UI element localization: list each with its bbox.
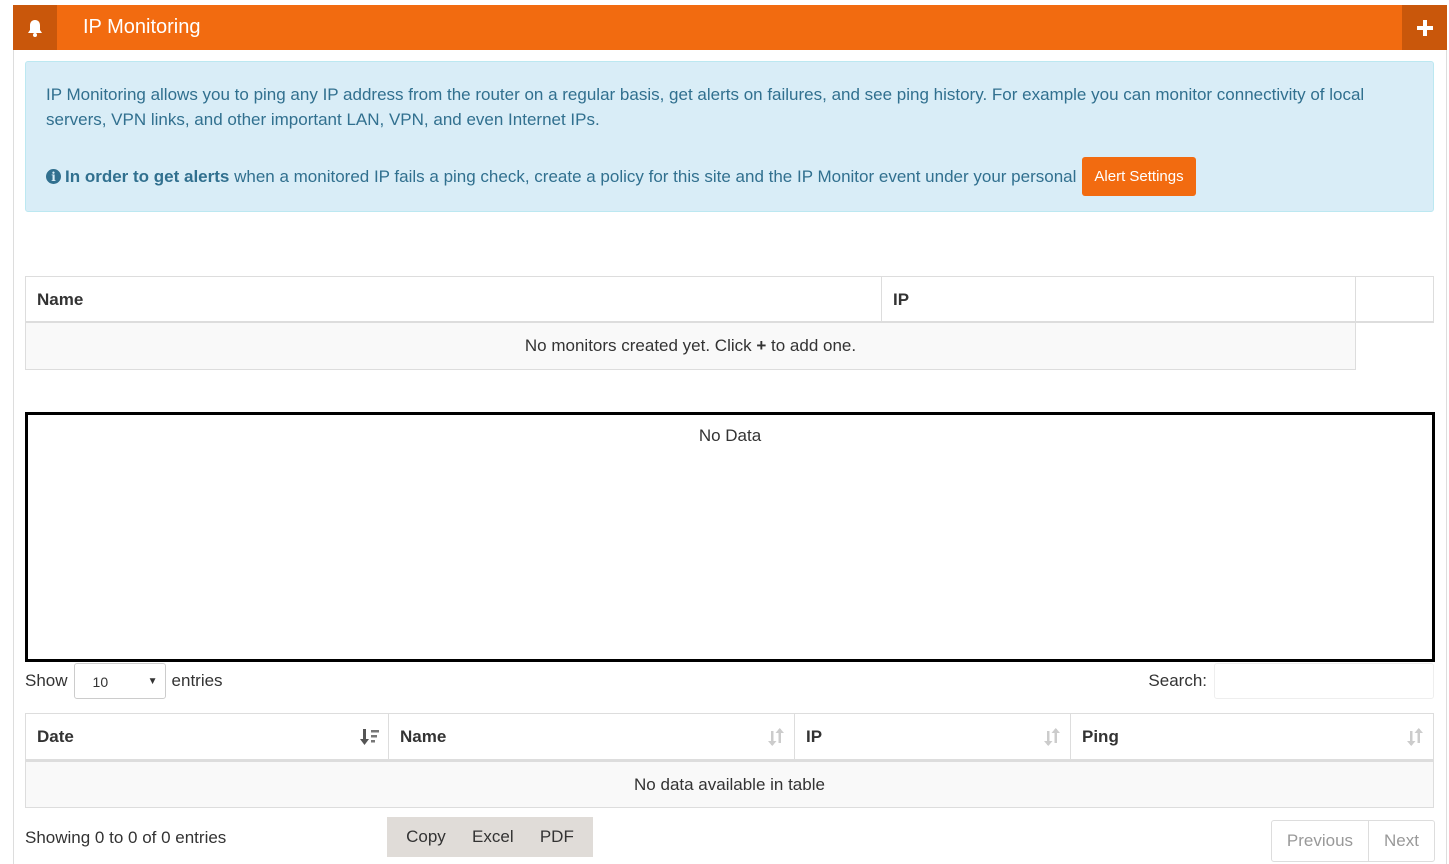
entries-select[interactable]: 10 ▼ — [73, 663, 166, 699]
plus-icon — [1416, 19, 1433, 36]
empty-plus-symbol: + — [756, 336, 767, 355]
alert-info-line: i In order to get alerts when a monitore… — [46, 157, 1196, 196]
search-label: Search: — [1148, 671, 1207, 690]
sort-icon — [768, 728, 784, 746]
column-header-ping-label: Ping — [1082, 727, 1119, 746]
panel-header: IP Monitoring — [13, 5, 1447, 50]
column-header-ip-sortable[interactable]: IP — [795, 714, 1071, 760]
chart-no-data: No Data — [698, 426, 762, 445]
column-header-date-label: Date — [37, 727, 74, 746]
sort-icon — [1407, 728, 1423, 746]
bell-icon — [13, 5, 57, 50]
monitors-empty-row: No monitors created yet. Click + to add … — [25, 323, 1356, 370]
column-header-name-sortable[interactable]: Name — [389, 714, 795, 760]
ping-chart: No Data — [25, 412, 1435, 662]
entries-select-value: 10 — [92, 674, 109, 690]
alert-bold-text: In order to get alerts — [65, 167, 230, 186]
monitors-table-header: Name IP — [25, 276, 1434, 323]
column-header-actions — [1356, 277, 1433, 322]
history-empty-row: No data available in table — [25, 762, 1434, 808]
info-circle-icon: i — [46, 169, 61, 184]
column-header-ip: IP — [882, 277, 1356, 322]
empty-suffix: to add one. — [766, 336, 857, 355]
empty-prefix: No monitors created yet. Click — [524, 336, 757, 355]
previous-button[interactable]: Previous — [1272, 821, 1368, 861]
alert-text: when a monitored IP fails a ping check, … — [229, 167, 1077, 186]
search-input[interactable] — [1214, 663, 1434, 699]
panel-title: IP Monitoring — [83, 16, 201, 38]
caret-down-icon: ▼ — [147, 676, 158, 687]
alert-settings-button[interactable]: Alert Settings — [1082, 157, 1196, 196]
search-control: Search: — [1148, 662, 1434, 700]
entries-length-control: Show 10 ▼ entries — [25, 662, 223, 700]
pagination: Previous Next — [1270, 820, 1435, 862]
info-description: IP Monitoring allows you to ping any IP … — [46, 85, 1365, 129]
export-buttons: Copy Excel PDF — [387, 817, 593, 857]
show-label: Show — [25, 671, 68, 690]
excel-button[interactable]: Excel — [472, 827, 514, 847]
history-table-header: Date Name IP Ping — [25, 713, 1434, 762]
column-header-ip-label: IP — [806, 727, 823, 746]
table-info: Showing 0 to 0 of 0 entries — [25, 828, 227, 847]
next-button[interactable]: Next — [1368, 821, 1434, 861]
sort-icon — [1044, 728, 1060, 746]
sort-descending-icon — [360, 729, 379, 745]
column-header-name-label: Name — [400, 727, 447, 746]
copy-button[interactable]: Copy — [406, 827, 446, 847]
column-header-ping-sortable[interactable]: Ping — [1071, 714, 1433, 760]
column-header-name: Name — [26, 277, 882, 322]
entries-label: entries — [171, 671, 223, 690]
add-monitor-button[interactable] — [1402, 5, 1447, 50]
pdf-button[interactable]: PDF — [540, 827, 574, 847]
info-alert-box: IP Monitoring allows you to ping any IP … — [25, 61, 1434, 212]
column-header-date[interactable]: Date — [26, 714, 389, 760]
